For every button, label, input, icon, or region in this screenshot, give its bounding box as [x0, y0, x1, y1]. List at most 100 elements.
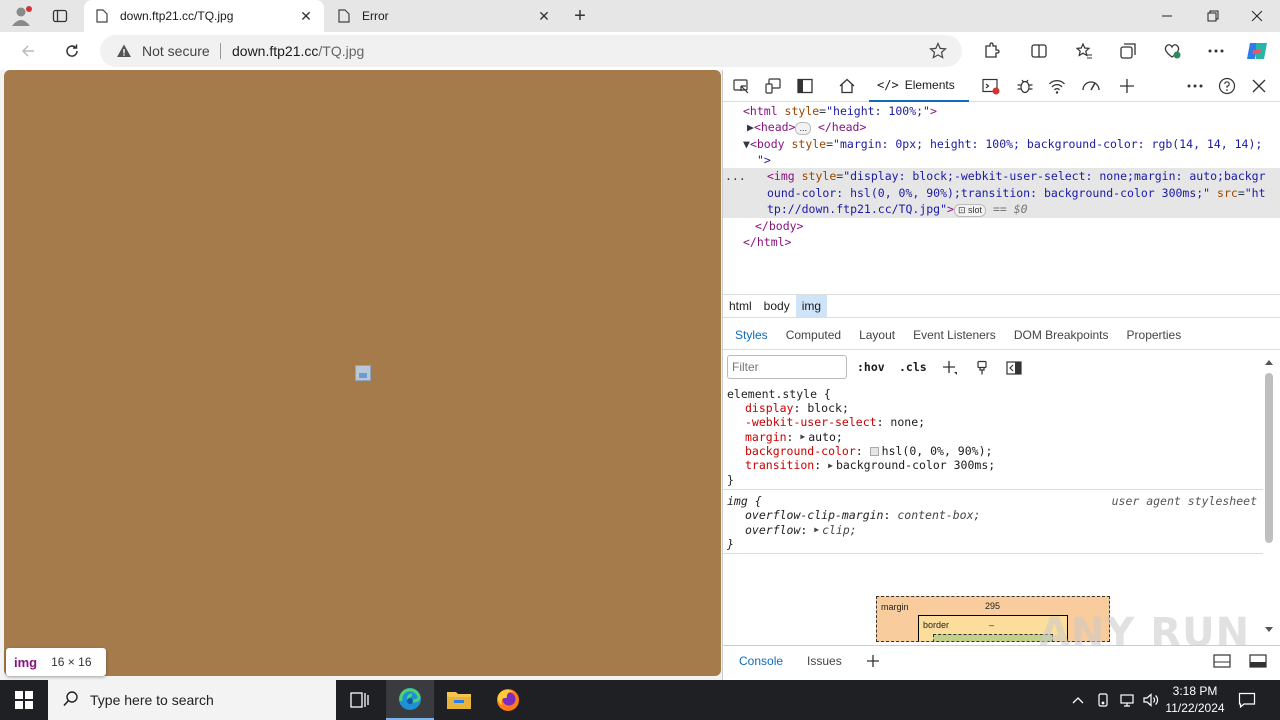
collections-button[interactable] [1114, 37, 1142, 65]
drawer-tab-issues[interactable]: Issues [799, 646, 850, 676]
taskbar-search[interactable]: Type here to search [48, 680, 336, 720]
style-property[interactable]: background-color: hsl(0, 0%, 90%); [727, 444, 1259, 458]
performance-button[interactable] [1079, 74, 1103, 98]
box-model-border-top[interactable]: – [989, 620, 994, 630]
tab-close-icon[interactable]: ✕ [298, 8, 314, 24]
tab-properties[interactable]: Properties [1121, 320, 1188, 350]
taskbar-edge[interactable] [386, 680, 434, 720]
inspect-element-button[interactable] [729, 74, 753, 98]
dom-tree[interactable]: <html style="height: 100%;"> ▶<head>... … [723, 102, 1280, 294]
notification-center-button[interactable] [1232, 680, 1262, 720]
tab-image[interactable]: down.ftp21.cc/TQ.jpg ✕ [84, 0, 324, 32]
close-devtools-button[interactable] [1247, 74, 1271, 98]
rule-user-agent-img[interactable]: img { user agent stylesheet overflow-cli… [723, 490, 1263, 555]
new-style-rule-button[interactable] [939, 357, 961, 379]
style-property[interactable]: -webkit-user-select: none; [727, 415, 1259, 429]
style-property[interactable]: transition: ▶ background-color 300ms; [727, 458, 1259, 473]
toggle-sidebar-button[interactable] [1003, 357, 1025, 379]
copilot-button[interactable] [1243, 37, 1271, 65]
styles-pane[interactable]: element.style { display: block; -webkit-… [723, 385, 1263, 555]
minimize-button[interactable] [1144, 0, 1190, 32]
close-window-button[interactable] [1234, 0, 1280, 32]
page-viewport[interactable]: img 16 × 16 [4, 70, 721, 676]
security-label[interactable]: Not secure [142, 43, 210, 59]
rule-element-style[interactable]: element.style { display: block; -webkit-… [723, 385, 1263, 491]
dom-node-head[interactable]: ▶<head>... </head> [747, 119, 866, 136]
dom-node-body-close[interactable]: </body> [755, 218, 803, 235]
url-text[interactable]: down.ftp21.cc/TQ.jpg [232, 43, 364, 59]
dom-node-html[interactable]: <html style="height: 100%;"> [743, 103, 937, 120]
scroll-up-icon[interactable] [1263, 357, 1275, 367]
rule-selector[interactable]: element.style { [727, 387, 1259, 401]
tab-dom-breakpoints[interactable]: DOM Breakpoints [1008, 320, 1115, 350]
tray-device-icon-button[interactable] [1092, 680, 1114, 720]
taskbar-firefox[interactable] [484, 680, 532, 720]
style-property[interactable]: overflow-clip-margin: content-box; [727, 508, 1259, 522]
box-model-padding[interactable] [933, 634, 1053, 641]
expand-triangle-icon[interactable]: ▶ [828, 459, 833, 473]
devtools-menu-button[interactable] [1183, 74, 1207, 98]
expand-triangle-icon[interactable]: ▶ [800, 430, 805, 444]
address-bar[interactable]: Not secure down.ftp21.cc/TQ.jpg [100, 35, 962, 67]
drawer-dock-icon[interactable] [1249, 654, 1267, 671]
tab-styles[interactable]: Styles [729, 320, 774, 350]
taskbar-file-explorer[interactable] [435, 680, 483, 720]
favorite-star-icon[interactable] [928, 41, 948, 61]
help-button[interactable] [1215, 74, 1239, 98]
breadcrumb-img[interactable]: img [795, 295, 828, 317]
back-button[interactable] [14, 37, 42, 65]
expand-triangle-icon[interactable]: ▶ [747, 120, 754, 134]
tab-elements[interactable]: </> Elements [869, 70, 969, 102]
show-hidden-icons-button[interactable] [1068, 680, 1088, 720]
cls-toggle[interactable]: .cls [899, 360, 927, 374]
scroll-thumb[interactable] [1265, 373, 1273, 543]
dom-node-img[interactable]: <img style="display: block;-webkit-user-… [767, 168, 1266, 185]
new-tab-button[interactable]: + [568, 4, 592, 28]
style-property[interactable]: margin: ▶ auto; [727, 430, 1259, 445]
dom-node-body[interactable]: ▼<body style="margin: 0px; height: 100%;… [743, 136, 1262, 153]
tray-network-button[interactable] [1116, 680, 1138, 720]
color-swatch[interactable] [869, 447, 879, 457]
task-view-button[interactable] [336, 680, 384, 720]
broken-image-icon[interactable] [355, 365, 371, 381]
tab-layout[interactable]: Layout [853, 320, 901, 350]
console-issues-button[interactable] [979, 74, 1003, 98]
network-button[interactable] [1045, 74, 1069, 98]
sources-debug-button[interactable] [1013, 74, 1037, 98]
taskbar-clock[interactable]: 3:18 PM 11/22/2024 [1160, 683, 1230, 717]
more-tools-button[interactable] [1115, 74, 1139, 98]
expand-triangle-icon[interactable]: ▶ [814, 523, 819, 537]
breadcrumb-html[interactable]: html [723, 295, 758, 317]
dom-node-menu-ellipsis[interactable]: ... [725, 168, 746, 185]
tray-volume-button[interactable] [1140, 680, 1162, 720]
undock-drawer-icon[interactable] [1213, 654, 1231, 671]
drawer-tab-console[interactable]: Console [731, 646, 791, 676]
favorites-button[interactable] [1070, 37, 1098, 65]
tab-close-icon[interactable]: ✕ [536, 8, 552, 24]
tab-actions-button[interactable] [46, 4, 74, 28]
extensions-button[interactable] [977, 37, 1005, 65]
dom-node-html-close[interactable]: </html> [743, 234, 791, 251]
element-state-button[interactable] [971, 357, 993, 379]
split-screen-button[interactable] [1025, 37, 1053, 65]
restore-button[interactable] [1190, 0, 1236, 32]
drawer-add-tab-button[interactable] [858, 646, 888, 676]
start-button[interactable] [0, 680, 48, 720]
tab-event-listeners[interactable]: Event Listeners [907, 320, 1002, 350]
refresh-button[interactable] [58, 37, 86, 65]
box-model-margin-top[interactable]: 295 [985, 601, 1000, 611]
dock-side-button[interactable] [793, 74, 817, 98]
device-emulation-button[interactable] [761, 74, 785, 98]
style-property[interactable]: overflow: ▶ clip; [727, 523, 1259, 538]
collapse-triangle-icon[interactable]: ▼ [743, 137, 750, 151]
tab-error[interactable]: Error ✕ [326, 0, 562, 32]
welcome-home-button[interactable] [835, 74, 859, 98]
scroll-down-icon[interactable] [1263, 625, 1275, 635]
settings-more-button[interactable] [1202, 37, 1230, 65]
browser-essentials-button[interactable] [1158, 37, 1186, 65]
profile-button[interactable] [8, 4, 36, 28]
breadcrumb-body[interactable]: body [758, 295, 796, 317]
warning-icon[interactable] [116, 43, 132, 62]
styles-scrollbar[interactable] [1263, 357, 1275, 635]
styles-filter-input[interactable]: Filter [727, 355, 847, 379]
